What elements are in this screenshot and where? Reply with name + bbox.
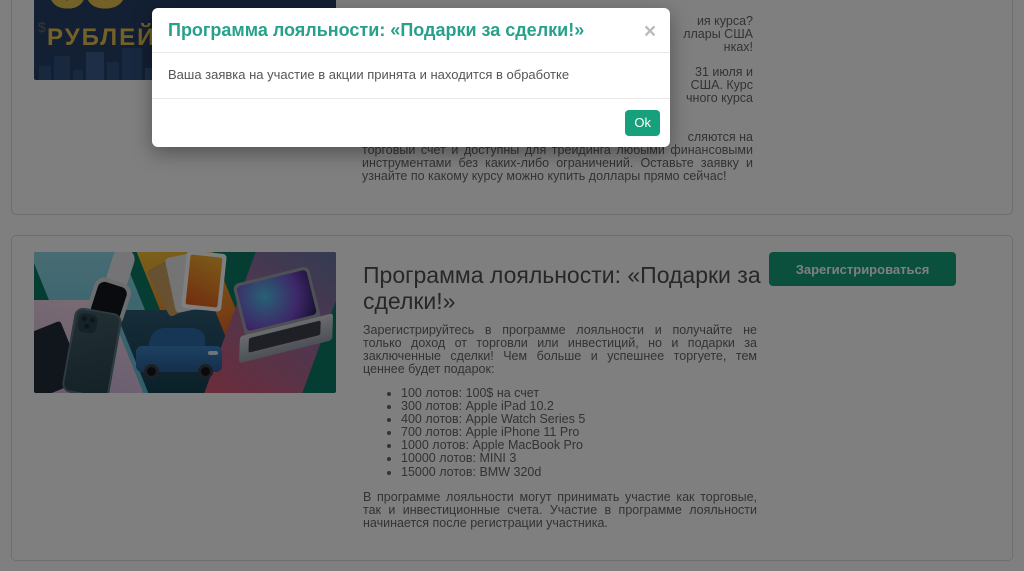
modal-title: Программа лояльности: «Подарки за сделки…: [168, 19, 654, 41]
loyalty-modal: Программа лояльности: «Подарки за сделки…: [152, 8, 670, 147]
modal-header: Программа лояльности: «Подарки за сделки…: [152, 8, 670, 53]
modal-footer: Ok: [152, 99, 670, 147]
ok-button[interactable]: Ok: [625, 110, 660, 136]
close-icon: ×: [644, 20, 656, 43]
close-button[interactable]: ×: [640, 22, 660, 42]
modal-message: Ваша заявка на участие в акции принята и…: [168, 67, 569, 82]
modal-body: Ваша заявка на участие в акции принята и…: [152, 53, 670, 99]
